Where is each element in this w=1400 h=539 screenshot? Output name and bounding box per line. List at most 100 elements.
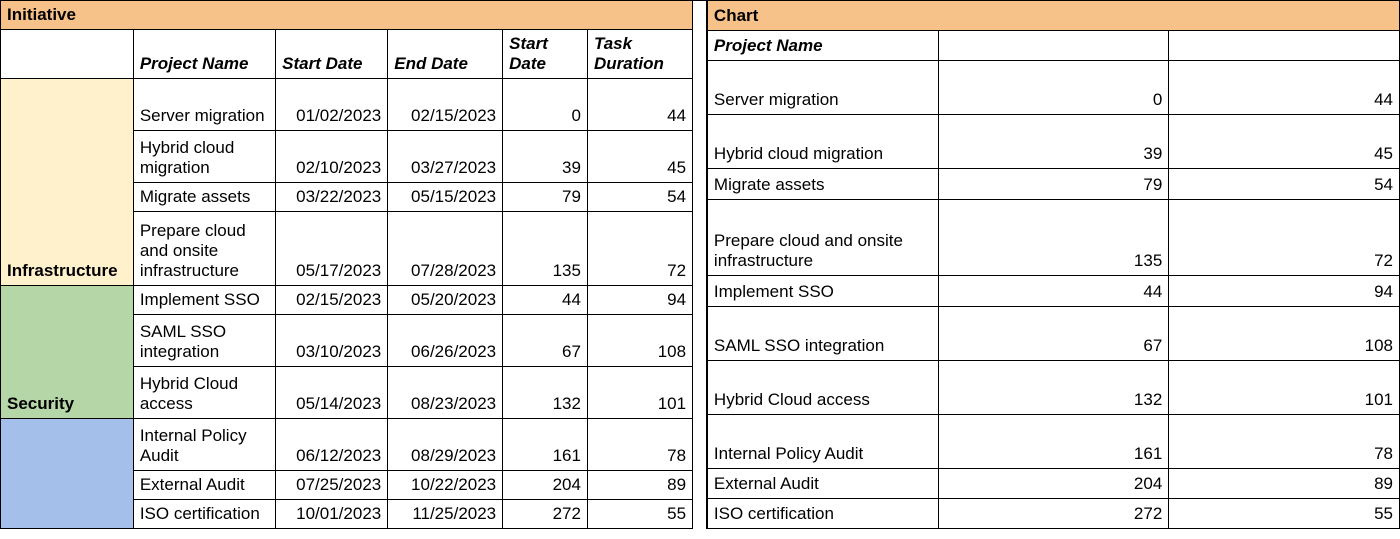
cell-chart-name[interactable]: SAML SSO integration [707,306,938,360]
cell-chart-name[interactable]: Implement SSO [707,276,938,306]
cell-offset[interactable]: 161 [503,419,588,471]
cell-chart-offset[interactable]: 204 [938,468,1169,498]
initiative-table: Initiative Project Name Start Date End D… [0,0,693,529]
cell-project-name[interactable]: Server migration [133,79,275,131]
cell-project-name[interactable]: External Audit [133,471,275,500]
chart-title[interactable]: Chart [707,1,1399,31]
cell-chart-name[interactable]: Migrate assets [707,169,938,199]
cell-chart-dur[interactable]: 44 [1169,61,1400,115]
cell-chart-offset[interactable]: 39 [938,115,1169,169]
cell-chart-name[interactable]: Server migration [707,61,938,115]
col-project-name[interactable]: Project Name [133,30,275,79]
category-compliance[interactable] [1,419,134,529]
cell-dur[interactable]: 94 [587,286,692,315]
cell-end[interactable]: 06/26/2023 [388,315,503,367]
cell-project-name[interactable]: Hybrid Cloud access [133,367,275,419]
cell-start[interactable]: 06/12/2023 [276,419,388,471]
cell-start[interactable]: 02/10/2023 [276,131,388,183]
cell-project-name[interactable]: SAML SSO integration [133,315,275,367]
col-chart-offset[interactable] [938,31,1169,61]
cell-chart-offset[interactable]: 161 [938,414,1169,468]
cell-start[interactable]: 05/14/2023 [276,367,388,419]
cell-project-name[interactable]: Migrate assets [133,183,275,212]
cell-project-name[interactable]: Prepare cloud and onsite infrastructure [133,212,275,286]
cell-end[interactable]: 08/29/2023 [388,419,503,471]
cell-chart-dur[interactable]: 45 [1169,115,1400,169]
cell-start[interactable]: 03/10/2023 [276,315,388,367]
col-task-duration[interactable]: Task Duration [587,30,692,79]
cell-chart-dur[interactable]: 101 [1169,360,1400,414]
col-start-offset[interactable]: Start Date [503,30,588,79]
cell-chart-offset[interactable]: 135 [938,199,1169,276]
cell-project-name[interactable]: ISO certification [133,500,275,529]
cell-offset[interactable]: 135 [503,212,588,286]
cell-dur[interactable]: 108 [587,315,692,367]
cell-start[interactable]: 02/15/2023 [276,286,388,315]
initiative-title[interactable]: Initiative [1,1,693,30]
cell-chart-offset[interactable]: 79 [938,169,1169,199]
cell-chart-dur[interactable]: 108 [1169,306,1400,360]
cell-offset[interactable]: 132 [503,367,588,419]
cell-chart-dur[interactable]: 94 [1169,276,1400,306]
table-row: Internal Policy Audit 161 78 [707,414,1399,468]
cell-end[interactable]: 03/27/2023 [388,131,503,183]
table-row: Prepare cloud and onsite infrastructure … [707,199,1399,276]
cell-chart-name[interactable]: Prepare cloud and onsite infrastructure [707,199,938,276]
cell-end[interactable]: 05/20/2023 [388,286,503,315]
cell-chart-dur[interactable]: 89 [1169,468,1400,498]
category-security[interactable]: Security [1,286,134,419]
cell-chart-dur[interactable]: 78 [1169,414,1400,468]
cell-chart-offset[interactable]: 0 [938,61,1169,115]
cell-start[interactable]: 03/22/2023 [276,183,388,212]
cell-chart-dur[interactable]: 55 [1169,498,1400,528]
cell-end[interactable]: 11/25/2023 [388,500,503,529]
col-start-date[interactable]: Start Date [276,30,388,79]
cell-dur[interactable]: 44 [587,79,692,131]
cell-offset[interactable]: 204 [503,471,588,500]
cell-chart-name[interactable]: Hybrid cloud migration [707,115,938,169]
cell-dur[interactable]: 89 [587,471,692,500]
cell-dur[interactable]: 101 [587,367,692,419]
cell-chart-offset[interactable]: 67 [938,306,1169,360]
col-chart-dur[interactable] [1169,31,1400,61]
cell-start[interactable]: 10/01/2023 [276,500,388,529]
cell-dur[interactable]: 45 [587,131,692,183]
col-end-date[interactable]: End Date [388,30,503,79]
cell-start[interactable]: 05/17/2023 [276,212,388,286]
cell-chart-dur[interactable]: 72 [1169,199,1400,276]
cell-chart-name[interactable]: Internal Policy Audit [707,414,938,468]
cell-offset[interactable]: 67 [503,315,588,367]
cell-chart-name[interactable]: Hybrid Cloud access [707,360,938,414]
cell-offset[interactable]: 44 [503,286,588,315]
cell-end[interactable]: 05/15/2023 [388,183,503,212]
cell-chart-offset[interactable]: 132 [938,360,1169,414]
cell-dur[interactable]: 54 [587,183,692,212]
cell-offset[interactable]: 0 [503,79,588,131]
table-row: Hybrid Cloud access 132 101 [707,360,1399,414]
cell-start[interactable]: 01/02/2023 [276,79,388,131]
cell-offset[interactable]: 79 [503,183,588,212]
col-chart-project-name[interactable]: Project Name [707,31,938,61]
cell-dur[interactable]: 72 [587,212,692,286]
cell-dur[interactable]: 55 [587,500,692,529]
cell-project-name[interactable]: Implement SSO [133,286,275,315]
cell-end[interactable]: 08/23/2023 [388,367,503,419]
cell-end[interactable]: 07/28/2023 [388,212,503,286]
cell-end[interactable]: 02/15/2023 [388,79,503,131]
cell-offset[interactable]: 272 [503,500,588,529]
category-infrastructure[interactable]: Infrastructure [1,79,134,286]
cell-chart-dur[interactable]: 54 [1169,169,1400,199]
cell-chart-offset[interactable]: 272 [938,498,1169,528]
cell-chart-offset[interactable]: 44 [938,276,1169,306]
cell-dur[interactable]: 78 [587,419,692,471]
cell-offset[interactable]: 39 [503,131,588,183]
cell-project-name[interactable]: Internal Policy Audit [133,419,275,471]
cell-start[interactable]: 07/25/2023 [276,471,388,500]
category-header[interactable] [1,30,134,79]
spreadsheet: Initiative Project Name Start Date End D… [0,0,1400,529]
cell-project-name[interactable]: Hybrid cloud migration [133,131,275,183]
cell-end[interactable]: 10/22/2023 [388,471,503,500]
table-row: SAML SSO integration 67 108 [707,306,1399,360]
cell-chart-name[interactable]: ISO certification [707,498,938,528]
cell-chart-name[interactable]: External Audit [707,468,938,498]
